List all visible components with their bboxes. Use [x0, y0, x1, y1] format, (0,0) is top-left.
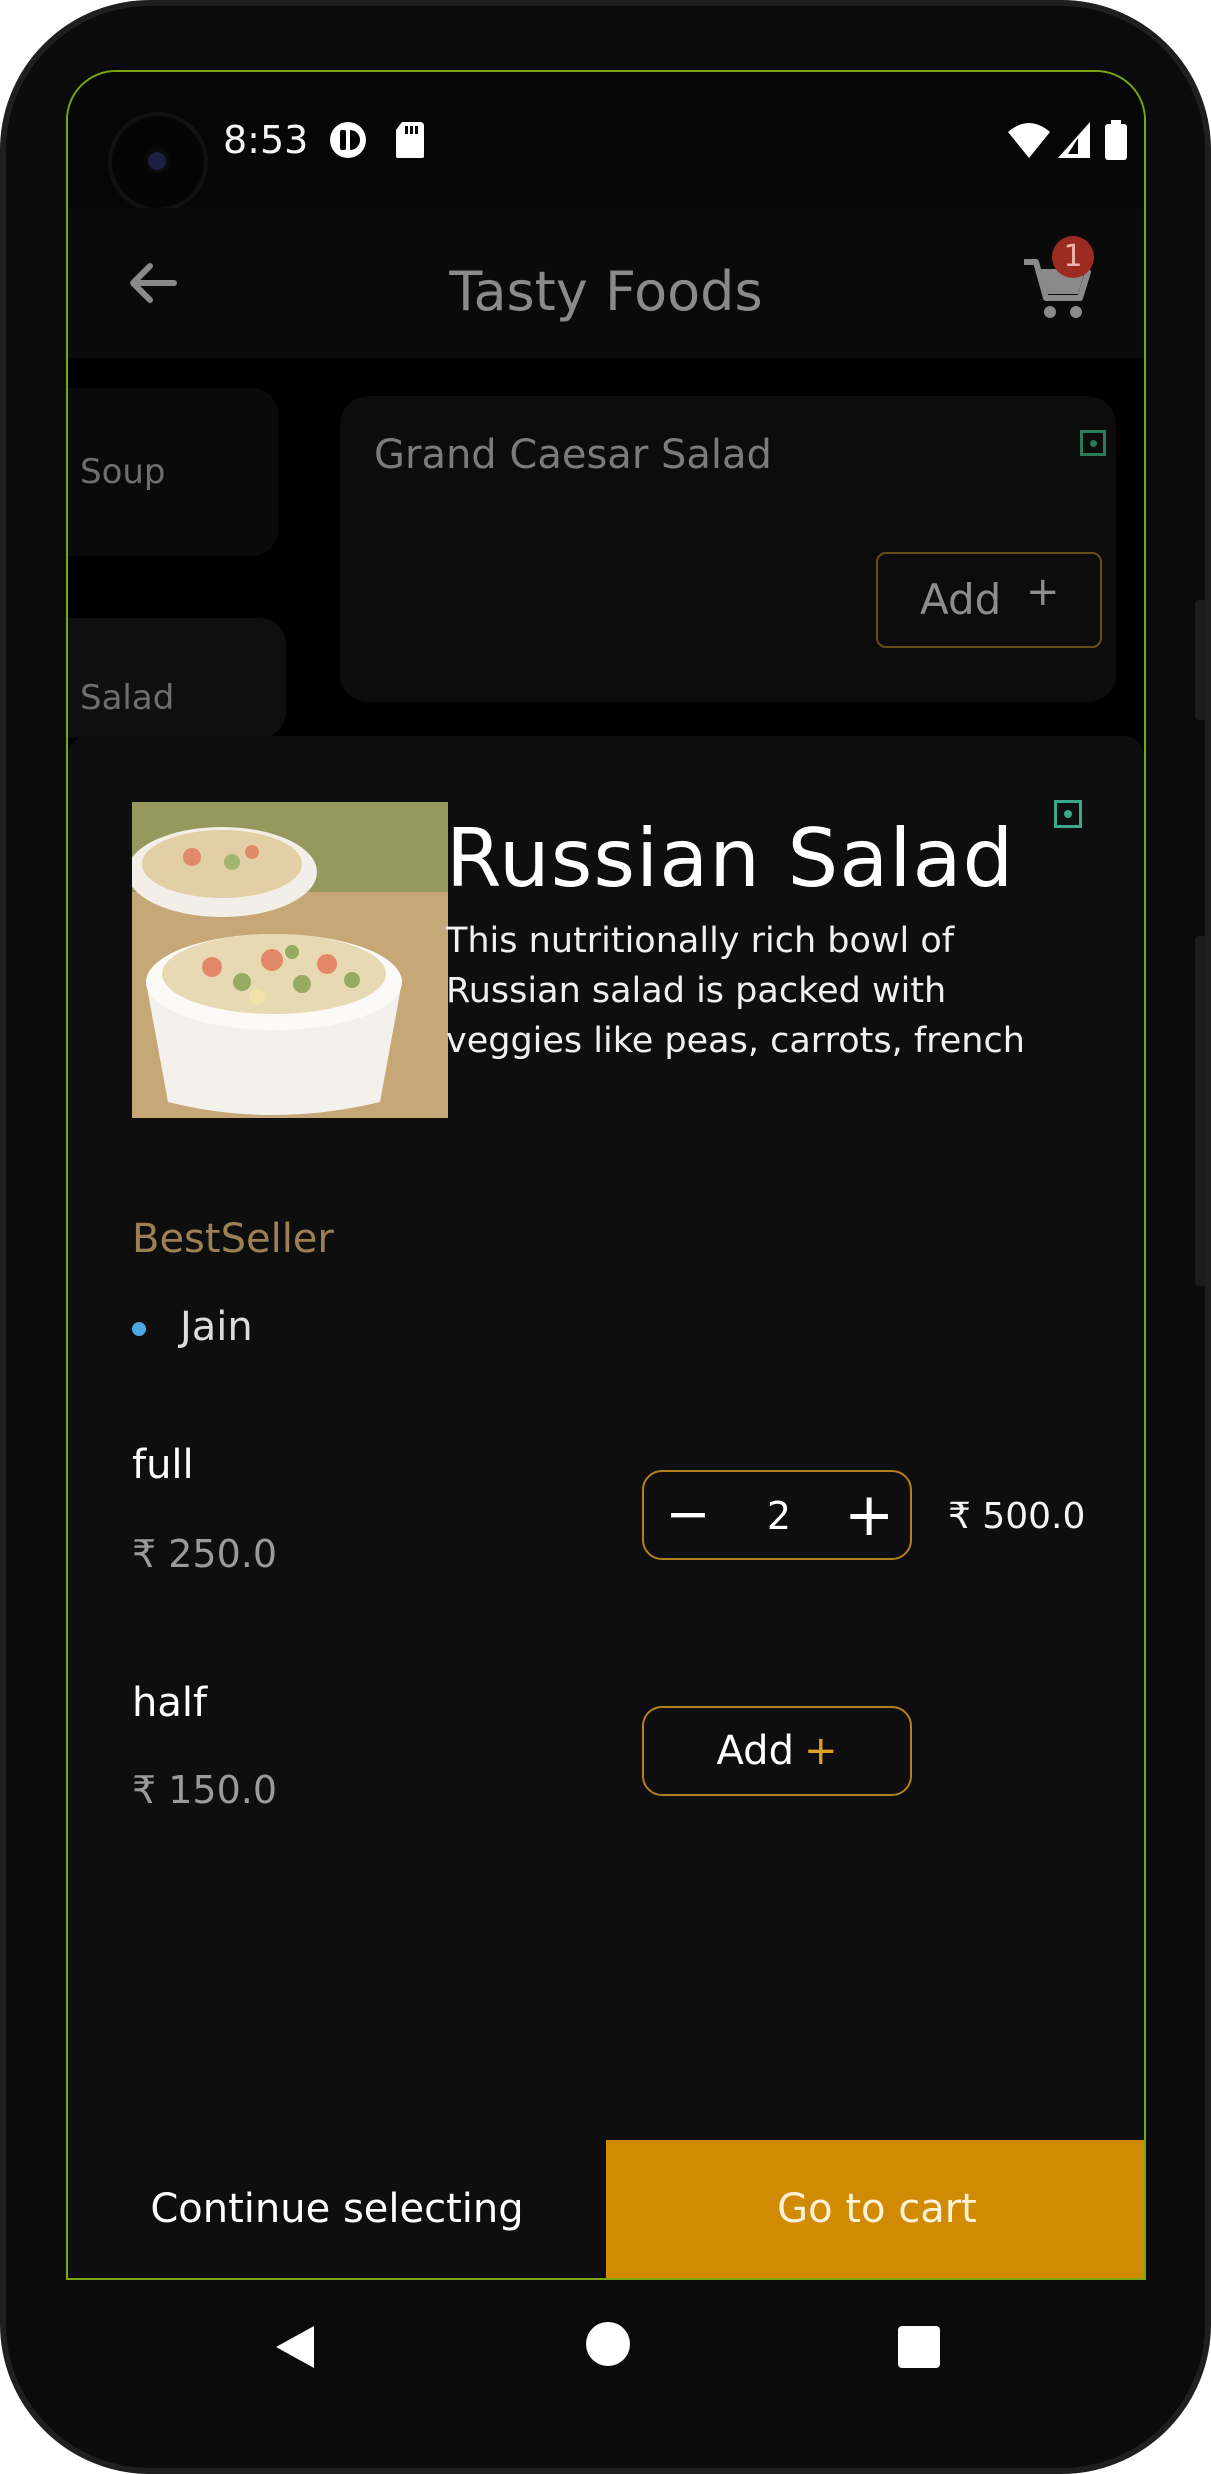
menu-item-name: Grand Caesar Salad	[374, 432, 772, 478]
app-bar: Tasty Foods 1	[68, 208, 1144, 358]
decrement-button[interactable]: −	[664, 1487, 712, 1541]
quantity-stepper[interactable]: − 2 +	[642, 1470, 912, 1560]
tag-bullet-icon	[132, 1322, 146, 1336]
dish-tag: Jain	[180, 1304, 253, 1350]
battery-icon	[1105, 120, 1127, 160]
variant-full-total: ₹ 500.0	[948, 1496, 1086, 1537]
variant-full-price: ₹ 250.0	[132, 1532, 278, 1576]
plus-icon: +	[803, 1728, 838, 1774]
nav-home-icon[interactable]	[586, 2322, 630, 2366]
dish-name: Russian Salad	[446, 812, 1015, 905]
app-screen: 8:53 Tasty Foods 1 Soup Salad Grand Caes…	[66, 70, 1146, 2280]
status-time: 8:53	[223, 118, 309, 162]
menu-item-card[interactable]: Grand Caesar Salad Add +	[340, 396, 1116, 702]
menu-item-add-button[interactable]: Add +	[876, 552, 1102, 648]
dish-image	[132, 802, 448, 1118]
footer-actions: Continue selecting Go to cart	[68, 2140, 1144, 2278]
phone-frame: 8:53 Tasty Foods 1 Soup Salad Grand Caes…	[0, 0, 1211, 2474]
signal-icon	[1058, 122, 1090, 158]
increment-button[interactable]: +	[844, 1485, 894, 1546]
veg-indicator-icon	[1080, 430, 1106, 456]
front-camera	[112, 116, 204, 208]
category-salad[interactable]: Salad	[68, 618, 286, 738]
cart-count-badge: 1	[1052, 236, 1094, 278]
veg-indicator-icon	[1054, 800, 1082, 828]
bestseller-label: BestSeller	[132, 1216, 334, 1262]
app-title: Tasty Foods	[449, 260, 763, 323]
status-bar: 8:53	[68, 72, 1144, 208]
continue-selecting-button[interactable]: Continue selecting	[68, 2140, 606, 2278]
sd-card-icon	[396, 122, 424, 158]
category-label: Salad	[80, 678, 175, 718]
cart-button[interactable]: 1	[1018, 236, 1094, 326]
category-label: Soup	[80, 452, 166, 492]
plus-icon: +	[1026, 569, 1060, 615]
nav-recents-icon[interactable]	[898, 2326, 940, 2368]
add-label: Add	[920, 575, 1002, 624]
quantity-value: 2	[766, 1494, 792, 1538]
dish-description: This nutritionally rich bowl of Russian …	[446, 921, 1025, 1061]
variant-full-name: full	[132, 1442, 194, 1488]
volume-button	[1195, 600, 1205, 720]
variant-half-add-button[interactable]: Add +	[642, 1706, 912, 1796]
power-button	[1195, 936, 1205, 1286]
app-notification-icon	[330, 122, 366, 158]
system-nav-bar	[6, 2282, 1205, 2422]
add-label: Add	[716, 1728, 794, 1774]
go-to-cart-button[interactable]: Go to cart	[606, 2140, 1144, 2278]
wifi-icon	[1008, 123, 1050, 158]
category-soup[interactable]: Soup	[68, 388, 278, 556]
variant-half-name: half	[132, 1680, 208, 1726]
nav-back-icon[interactable]	[270, 2322, 320, 2372]
variant-half-price: ₹ 150.0	[132, 1768, 278, 1812]
dish-detail-sheet: Russian Salad This nutritionally rich bo…	[68, 736, 1144, 2278]
